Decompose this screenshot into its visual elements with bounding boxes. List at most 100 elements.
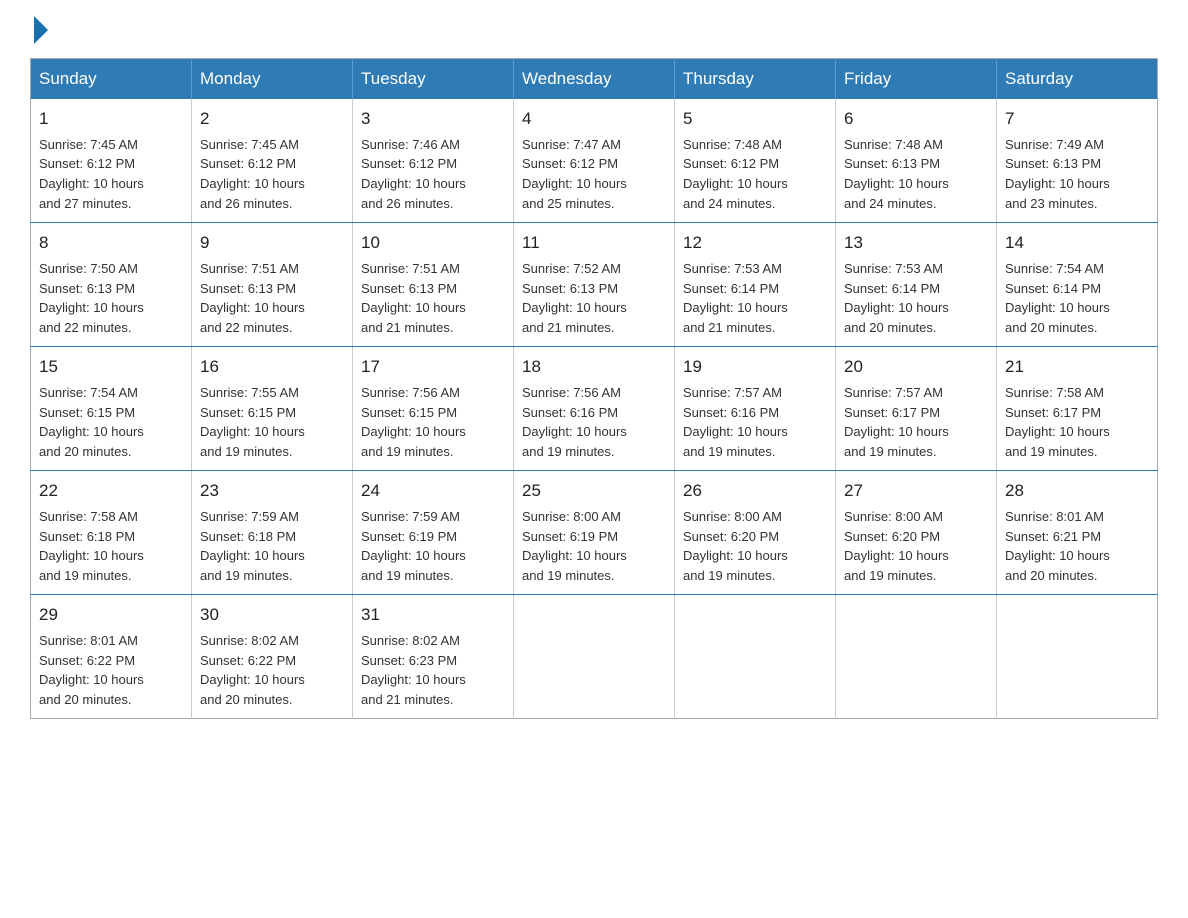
day-number: 17 bbox=[361, 355, 505, 380]
calendar-cell: 9 Sunrise: 7:51 AMSunset: 6:13 PMDaylight… bbox=[192, 223, 353, 347]
day-info: Sunrise: 7:50 AMSunset: 6:13 PMDaylight:… bbox=[39, 261, 144, 336]
day-number: 14 bbox=[1005, 231, 1149, 256]
day-info: Sunrise: 7:48 AMSunset: 6:13 PMDaylight:… bbox=[844, 137, 949, 212]
calendar-cell: 3Sunrise: 7:46 AMSunset: 6:12 PMDaylight… bbox=[353, 99, 514, 223]
day-info: Sunrise: 7:54 AMSunset: 6:15 PMDaylight:… bbox=[39, 385, 144, 460]
day-info: Sunrise: 8:01 AMSunset: 6:21 PMDaylight:… bbox=[1005, 509, 1110, 584]
calendar-cell: 15 Sunrise: 7:54 AMSunset: 6:15 PMDayligh… bbox=[31, 347, 192, 471]
calendar-cell: 4 Sunrise: 7:47 AMSunset: 6:12 PMDaylight… bbox=[514, 99, 675, 223]
page-header bbox=[30, 20, 1158, 40]
day-number: 7 bbox=[1005, 107, 1149, 132]
day-info: Sunrise: 7:56 AMSunset: 6:15 PMDaylight:… bbox=[361, 385, 466, 460]
day-number: 8 bbox=[39, 231, 183, 256]
day-number: 4 bbox=[522, 107, 666, 132]
day-info: Sunrise: 7:57 AMSunset: 6:16 PMDaylight:… bbox=[683, 385, 788, 460]
day-number: 9 bbox=[200, 231, 344, 256]
day-number: 16 bbox=[200, 355, 344, 380]
calendar-cell: 6 Sunrise: 7:48 AMSunset: 6:13 PMDaylight… bbox=[836, 99, 997, 223]
day-info: Sunrise: 7:57 AMSunset: 6:17 PMDaylight:… bbox=[844, 385, 949, 460]
day-info: Sunrise: 7:51 AMSunset: 6:13 PMDaylight:… bbox=[200, 261, 305, 336]
calendar-week-row: 8 Sunrise: 7:50 AMSunset: 6:13 PMDaylight… bbox=[31, 223, 1158, 347]
day-info: Sunrise: 8:00 AMSunset: 6:20 PMDaylight:… bbox=[844, 509, 949, 584]
day-number: 2 bbox=[200, 107, 344, 132]
calendar-cell bbox=[675, 595, 836, 719]
day-info: Sunrise: 8:01 AMSunset: 6:22 PMDaylight:… bbox=[39, 633, 144, 708]
calendar-cell: 23 Sunrise: 7:59 AMSunset: 6:18 PMDayligh… bbox=[192, 471, 353, 595]
day-info: Sunrise: 7:45 AMSunset: 6:12 PMDaylight:… bbox=[39, 137, 144, 212]
day-number: 13 bbox=[844, 231, 988, 256]
calendar-cell: 8 Sunrise: 7:50 AMSunset: 6:13 PMDaylight… bbox=[31, 223, 192, 347]
calendar-cell: 5Sunrise: 7:48 AMSunset: 6:12 PMDaylight… bbox=[675, 99, 836, 223]
calendar-cell: 11 Sunrise: 7:52 AMSunset: 6:13 PMDayligh… bbox=[514, 223, 675, 347]
day-number: 12 bbox=[683, 231, 827, 256]
calendar-table: SundayMondayTuesdayWednesdayThursdayFrid… bbox=[30, 58, 1158, 719]
calendar-cell: 19 Sunrise: 7:57 AMSunset: 6:16 PMDayligh… bbox=[675, 347, 836, 471]
calendar-week-row: 15 Sunrise: 7:54 AMSunset: 6:15 PMDayligh… bbox=[31, 347, 1158, 471]
day-info: Sunrise: 7:53 AMSunset: 6:14 PMDaylight:… bbox=[844, 261, 949, 336]
day-info: Sunrise: 8:02 AMSunset: 6:22 PMDaylight:… bbox=[200, 633, 305, 708]
logo bbox=[30, 20, 48, 40]
calendar-cell: 17 Sunrise: 7:56 AMSunset: 6:15 PMDayligh… bbox=[353, 347, 514, 471]
day-of-week-header: Tuesday bbox=[353, 59, 514, 100]
day-number: 19 bbox=[683, 355, 827, 380]
day-number: 29 bbox=[39, 603, 183, 628]
calendar-cell: 26 Sunrise: 8:00 AMSunset: 6:20 PMDayligh… bbox=[675, 471, 836, 595]
calendar-cell: 2 Sunrise: 7:45 AMSunset: 6:12 PMDaylight… bbox=[192, 99, 353, 223]
day-info: Sunrise: 7:56 AMSunset: 6:16 PMDaylight:… bbox=[522, 385, 627, 460]
calendar-cell: 18Sunrise: 7:56 AMSunset: 6:16 PMDayligh… bbox=[514, 347, 675, 471]
day-info: Sunrise: 7:54 AMSunset: 6:14 PMDaylight:… bbox=[1005, 261, 1110, 336]
calendar-cell: 24Sunrise: 7:59 AMSunset: 6:19 PMDayligh… bbox=[353, 471, 514, 595]
calendar-cell: 31Sunrise: 8:02 AMSunset: 6:23 PMDayligh… bbox=[353, 595, 514, 719]
calendar-cell: 14 Sunrise: 7:54 AMSunset: 6:14 PMDayligh… bbox=[997, 223, 1158, 347]
day-of-week-header: Thursday bbox=[675, 59, 836, 100]
day-number: 15 bbox=[39, 355, 183, 380]
day-number: 25 bbox=[522, 479, 666, 504]
calendar-cell bbox=[997, 595, 1158, 719]
day-number: 10 bbox=[361, 231, 505, 256]
day-of-week-header: Saturday bbox=[997, 59, 1158, 100]
day-of-week-header: Friday bbox=[836, 59, 997, 100]
calendar-week-row: 22Sunrise: 7:58 AMSunset: 6:18 PMDayligh… bbox=[31, 471, 1158, 595]
calendar-week-row: 1Sunrise: 7:45 AMSunset: 6:12 PMDaylight… bbox=[31, 99, 1158, 223]
calendar-cell: 29 Sunrise: 8:01 AMSunset: 6:22 PMDayligh… bbox=[31, 595, 192, 719]
day-info: Sunrise: 8:00 AMSunset: 6:19 PMDaylight:… bbox=[522, 509, 627, 584]
day-of-week-header: Sunday bbox=[31, 59, 192, 100]
calendar-cell: 25 Sunrise: 8:00 AMSunset: 6:19 PMDayligh… bbox=[514, 471, 675, 595]
day-number: 11 bbox=[522, 231, 666, 256]
calendar-cell: 27 Sunrise: 8:00 AMSunset: 6:20 PMDayligh… bbox=[836, 471, 997, 595]
calendar-cell: 22Sunrise: 7:58 AMSunset: 6:18 PMDayligh… bbox=[31, 471, 192, 595]
calendar-cell: 13 Sunrise: 7:53 AMSunset: 6:14 PMDayligh… bbox=[836, 223, 997, 347]
day-info: Sunrise: 7:49 AMSunset: 6:13 PMDaylight:… bbox=[1005, 137, 1110, 212]
calendar-cell: 20Sunrise: 7:57 AMSunset: 6:17 PMDayligh… bbox=[836, 347, 997, 471]
calendar-cell: 28Sunrise: 8:01 AMSunset: 6:21 PMDayligh… bbox=[997, 471, 1158, 595]
day-info: Sunrise: 7:55 AMSunset: 6:15 PMDaylight:… bbox=[200, 385, 305, 460]
day-info: Sunrise: 7:53 AMSunset: 6:14 PMDaylight:… bbox=[683, 261, 788, 336]
day-info: Sunrise: 7:45 AMSunset: 6:12 PMDaylight:… bbox=[200, 137, 305, 212]
day-info: Sunrise: 7:47 AMSunset: 6:12 PMDaylight:… bbox=[522, 137, 627, 212]
day-number: 21 bbox=[1005, 355, 1149, 380]
day-info: Sunrise: 7:58 AMSunset: 6:17 PMDaylight:… bbox=[1005, 385, 1110, 460]
day-number: 23 bbox=[200, 479, 344, 504]
day-number: 22 bbox=[39, 479, 183, 504]
calendar-cell: 30Sunrise: 8:02 AMSunset: 6:22 PMDayligh… bbox=[192, 595, 353, 719]
day-info: Sunrise: 7:52 AMSunset: 6:13 PMDaylight:… bbox=[522, 261, 627, 336]
calendar-week-row: 29 Sunrise: 8:01 AMSunset: 6:22 PMDayligh… bbox=[31, 595, 1158, 719]
day-info: Sunrise: 7:46 AMSunset: 6:12 PMDaylight:… bbox=[361, 137, 466, 212]
calendar-cell: 7 Sunrise: 7:49 AMSunset: 6:13 PMDaylight… bbox=[997, 99, 1158, 223]
day-info: Sunrise: 7:59 AMSunset: 6:19 PMDaylight:… bbox=[361, 509, 466, 584]
day-info: Sunrise: 8:00 AMSunset: 6:20 PMDaylight:… bbox=[683, 509, 788, 584]
day-info: Sunrise: 7:51 AMSunset: 6:13 PMDaylight:… bbox=[361, 261, 466, 336]
day-number: 6 bbox=[844, 107, 988, 132]
calendar-cell bbox=[514, 595, 675, 719]
day-info: Sunrise: 7:59 AMSunset: 6:18 PMDaylight:… bbox=[200, 509, 305, 584]
logo-arrow-icon bbox=[34, 16, 48, 44]
calendar-cell: 10 Sunrise: 7:51 AMSunset: 6:13 PMDayligh… bbox=[353, 223, 514, 347]
calendar-cell bbox=[836, 595, 997, 719]
day-info: Sunrise: 8:02 AMSunset: 6:23 PMDaylight:… bbox=[361, 633, 466, 708]
day-number: 27 bbox=[844, 479, 988, 504]
day-number: 26 bbox=[683, 479, 827, 504]
day-of-week-header: Wednesday bbox=[514, 59, 675, 100]
day-info: Sunrise: 7:48 AMSunset: 6:12 PMDaylight:… bbox=[683, 137, 788, 212]
calendar-cell: 21 Sunrise: 7:58 AMSunset: 6:17 PMDayligh… bbox=[997, 347, 1158, 471]
calendar-cell: 1Sunrise: 7:45 AMSunset: 6:12 PMDaylight… bbox=[31, 99, 192, 223]
